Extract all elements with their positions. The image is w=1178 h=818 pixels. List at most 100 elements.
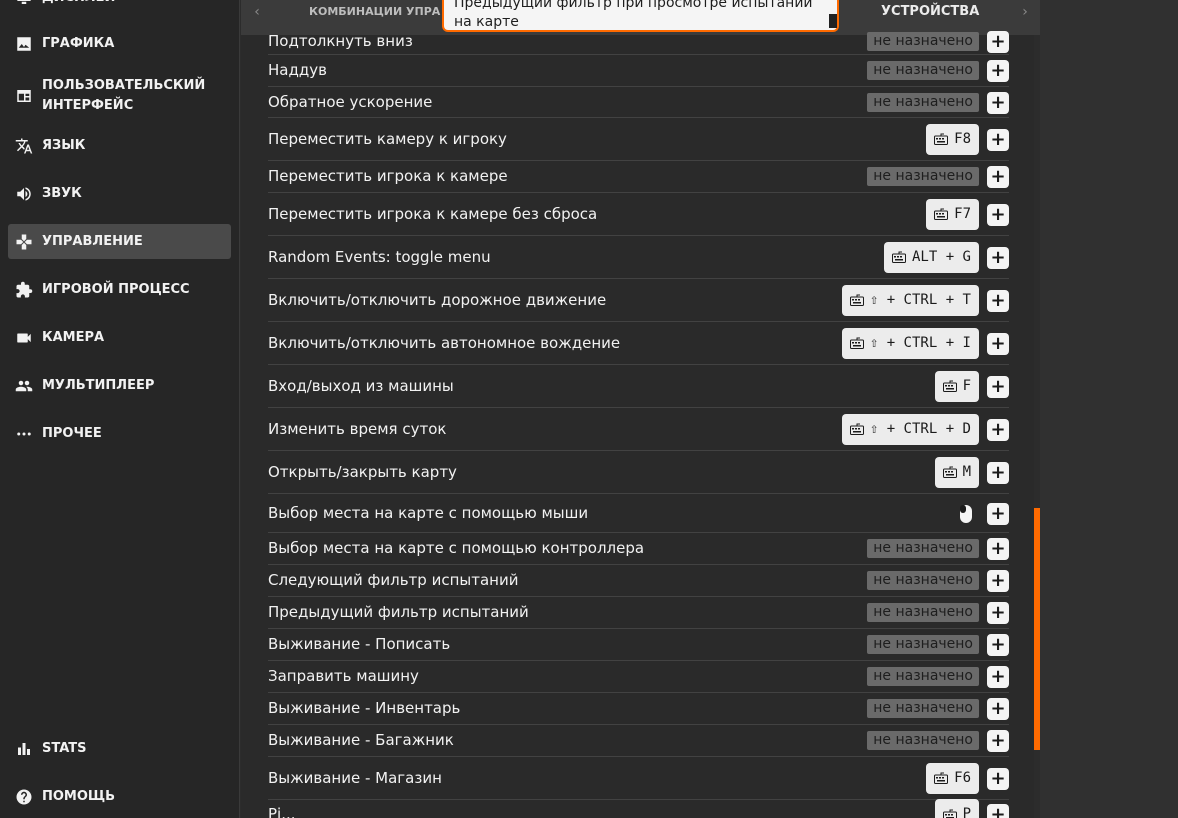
unassigned-badge[interactable]: не назначено: [867, 699, 979, 718]
add-binding-button[interactable]: +: [987, 570, 1009, 592]
add-binding-button[interactable]: +: [987, 461, 1009, 484]
tab-next-arrow[interactable]: ›: [1011, 0, 1039, 24]
binding-row[interactable]: Выбор места на карте с помощью контролле…: [268, 533, 1009, 565]
add-binding-button[interactable]: +: [987, 375, 1009, 398]
key-binding[interactable]: ALT + G: [883, 241, 979, 273]
add-binding-button[interactable]: +: [987, 31, 1009, 53]
key-text: ⇧ + CTRL + T: [869, 291, 971, 308]
binding-row[interactable]: Выживание - Пописать не назначено +: [268, 629, 1009, 661]
binding-label: Выбор места на карте с помощью контролле…: [268, 539, 645, 557]
tab-prev-arrow[interactable]: ‹: [243, 0, 271, 24]
sidebar-item-label: ДИСПЛЕЙ: [42, 0, 115, 8]
binding-row[interactable]: Включить/отключить автономное вождение ⇧ …: [268, 322, 1009, 365]
unassigned-badge[interactable]: не назначено: [867, 731, 979, 750]
binding-row[interactable]: Выживание - Багажник не назначено +: [268, 725, 1009, 757]
add-binding-button[interactable]: +: [987, 246, 1009, 269]
key-binding[interactable]: F: [934, 370, 979, 402]
sidebar-item-puzzle[interactable]: ИГРОВОЙ ПРОЦЕСС: [8, 280, 231, 300]
sidebar-item-label: КАМЕРА: [42, 330, 105, 345]
binding-row[interactable]: Random Events: toggle menu ALT + G +: [268, 236, 1009, 279]
key-binding[interactable]: F7: [926, 198, 979, 230]
add-binding-button[interactable]: +: [987, 602, 1009, 624]
add-binding-button[interactable]: +: [987, 166, 1009, 188]
binding-row[interactable]: Выбор места на карте с помощью мыши +: [268, 494, 1009, 533]
binding-row[interactable]: Подтолкнуть вниз не назначено +: [268, 29, 1009, 55]
sidebar-item-speaker[interactable]: ЗВУК: [8, 184, 231, 204]
sidebar-item-translate[interactable]: ЯЗЫК: [8, 136, 231, 156]
binding-label: Предыдущий фильтр испытаний: [268, 603, 529, 621]
binding-row[interactable]: Переместить игрока к камере не назначено +: [268, 161, 1009, 193]
sidebar-item-label: ПОМОЩЬ: [42, 789, 116, 804]
binding-row[interactable]: Изменить время суток ⇧ + CTRL + D +: [268, 408, 1009, 451]
add-binding-button[interactable]: +: [987, 203, 1009, 226]
tooltip-text: Предыдущий фильтр при просмотре испытани…: [454, 0, 813, 30]
tab-key-combinations[interactable]: КОМБИНАЦИИ УПРА: [309, 2, 440, 22]
binding-row[interactable]: Предыдущий фильтр испытаний не назначено +: [268, 597, 1009, 629]
unassigned-badge[interactable]: не назначено: [867, 539, 979, 558]
keyboard-icon: [942, 809, 957, 818]
key-binding[interactable]: ⇧ + CTRL + I: [841, 327, 979, 359]
tab-devices[interactable]: УСТРОЙСТВА: [881, 2, 979, 22]
sidebar-item-label: УПРАВЛЕНИЕ: [42, 233, 143, 249]
binding-row[interactable]: Переместить камеру к игроку F8 +: [268, 118, 1009, 161]
tooltip-pointer: [829, 14, 837, 28]
camera-icon: [14, 328, 34, 348]
mouse-icon[interactable]: [959, 504, 973, 528]
binding-label: Рі...: [268, 805, 296, 818]
add-binding-button[interactable]: +: [987, 730, 1009, 752]
sidebar-item-image[interactable]: ГРАФИКА: [8, 34, 231, 54]
key-binding[interactable]: M: [934, 456, 979, 488]
binding-row[interactable]: Переместить игрока к камере без сброса F7…: [268, 193, 1009, 236]
binding-row[interactable]: Вход/выход из машины F +: [268, 365, 1009, 408]
binding-row[interactable]: Обратное ускорение не назначено +: [268, 87, 1009, 118]
unassigned-badge[interactable]: не назначено: [867, 167, 979, 186]
unassigned-badge[interactable]: не назначено: [867, 571, 979, 590]
translate-icon: [14, 136, 34, 156]
sidebar-item-bar-chart[interactable]: STATS: [8, 739, 231, 759]
add-binding-button[interactable]: +: [987, 698, 1009, 720]
key-binding[interactable]: F8: [926, 123, 979, 155]
unassigned-badge[interactable]: не назначено: [867, 61, 979, 80]
key-binding[interactable]: ⇧ + CTRL + T: [841, 284, 979, 316]
sidebar-item-label: ГРАФИКА: [42, 36, 115, 51]
add-binding-button[interactable]: +: [987, 91, 1009, 114]
add-binding-button[interactable]: +: [987, 804, 1009, 818]
add-binding-button[interactable]: +: [987, 128, 1009, 151]
key-binding[interactable]: F6: [926, 762, 979, 794]
unassigned-badge[interactable]: не назначено: [867, 603, 979, 622]
binding-row[interactable]: Выживание - Инвентарь не назначено +: [268, 693, 1009, 725]
help-icon: [14, 787, 34, 807]
binding-row[interactable]: Следующий фильтр испытаний не назначено +: [268, 565, 1009, 597]
add-binding-button[interactable]: +: [987, 60, 1009, 82]
sidebar-item-display[interactable]: ДИСПЛЕЙ: [8, 0, 231, 8]
unassigned-badge[interactable]: не назначено: [867, 667, 979, 686]
unassigned-badge[interactable]: не назначено: [867, 32, 979, 51]
add-binding-button[interactable]: +: [987, 767, 1009, 790]
add-binding-button[interactable]: +: [987, 666, 1009, 688]
sidebar-item-gamepad[interactable]: УПРАВЛЕНИЕ: [8, 224, 231, 259]
scrollbar-thumb[interactable]: [1034, 508, 1040, 750]
binding-row[interactable]: Выживание - Магазин F6 +: [268, 757, 1009, 800]
sidebar-item-camera[interactable]: КАМЕРА: [8, 328, 231, 348]
key-binding[interactable]: ⇧ + CTRL + D: [841, 413, 979, 445]
binding-row[interactable]: Включить/отключить дорожное движение ⇧ + …: [268, 279, 1009, 322]
add-binding-button[interactable]: +: [987, 538, 1009, 560]
sidebar-item-ui-window[interactable]: ПОЛЬЗОВАТЕЛЬСКИЙ ИНТЕРФЕЙС: [8, 74, 231, 118]
sidebar-item-more-dots[interactable]: ПРОЧЕЕ: [8, 424, 231, 444]
unassigned-badge[interactable]: не назначено: [867, 92, 979, 112]
add-binding-button[interactable]: +: [987, 418, 1009, 441]
binding-row[interactable]: Наддув не назначено +: [268, 55, 1009, 87]
key-binding[interactable]: P: [934, 799, 979, 818]
binding-label: Подтолкнуть вниз: [268, 32, 413, 50]
add-binding-button[interactable]: +: [987, 502, 1009, 525]
binding-row[interactable]: Заправить машину не назначено +: [268, 661, 1009, 693]
add-binding-button[interactable]: +: [987, 332, 1009, 355]
sidebar-item-people[interactable]: МУЛЬТИПЛЕЕР: [8, 376, 231, 396]
binding-row[interactable]: Открыть/закрыть карту M +: [268, 451, 1009, 494]
binding-row[interactable]: Рі... P +: [268, 799, 1009, 818]
sidebar-item-help[interactable]: ПОМОЩЬ: [8, 787, 231, 807]
add-binding-button[interactable]: +: [987, 289, 1009, 312]
puzzle-icon: [14, 280, 34, 300]
add-binding-button[interactable]: +: [987, 634, 1009, 656]
unassigned-badge[interactable]: не назначено: [867, 635, 979, 654]
